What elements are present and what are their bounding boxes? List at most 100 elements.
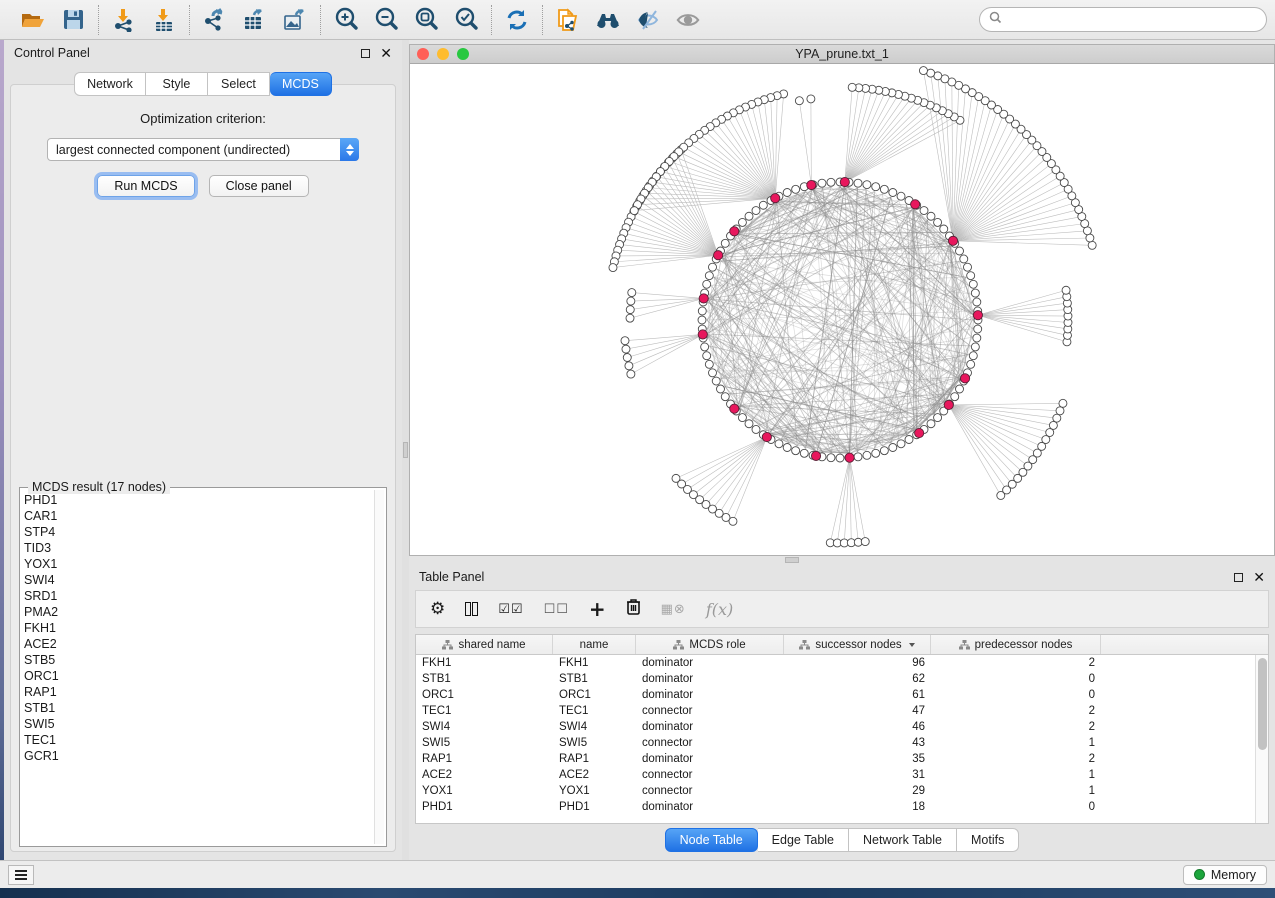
close-panel-icon[interactable]: ✕	[1253, 572, 1265, 582]
mcds-result-item[interactable]: YOX1	[24, 556, 372, 572]
column-header-shared-name[interactable]: shared name	[416, 635, 553, 654]
run-mcds-button[interactable]: Run MCDS	[97, 175, 194, 197]
eye-icon[interactable]	[675, 7, 701, 33]
column-header-name[interactable]: name	[553, 635, 636, 654]
table-cell: ORC1	[416, 689, 553, 701]
mcds-result-scrollbar[interactable]	[374, 490, 384, 844]
import-table-icon[interactable]	[151, 7, 177, 33]
table-cell: RAP1	[416, 753, 553, 765]
scrollbar-thumb[interactable]	[1258, 658, 1267, 750]
table-cell: RAP1	[553, 753, 636, 765]
mcds-result-item[interactable]: STP4	[24, 524, 372, 540]
tab-select[interactable]: Select	[208, 72, 270, 96]
export-image-icon[interactable]	[282, 7, 308, 33]
mcds-result-item[interactable]: SWI4	[24, 572, 372, 588]
mcds-result-item[interactable]: STB5	[24, 652, 372, 668]
network-file-icon[interactable]	[555, 7, 581, 33]
open-file-icon[interactable]	[20, 7, 46, 33]
vertical-splitter[interactable]	[402, 40, 409, 860]
mcds-result-item[interactable]: ACE2	[24, 636, 372, 652]
column-header-successor-nodes[interactable]: successor nodes	[784, 635, 931, 654]
select-all-icon[interactable]: ☑☑	[498, 603, 523, 616]
table-row[interactable]: ACE2ACE2connector311	[416, 767, 1255, 783]
mcds-result-item[interactable]: STB1	[24, 700, 372, 716]
mcds-result-item[interactable]: TID3	[24, 540, 372, 556]
horizontal-splitter[interactable]	[409, 556, 1275, 564]
table-row[interactable]: SWI4SWI4dominator462	[416, 719, 1255, 735]
optimization-criterion-select[interactable]: largest connected component (undirected)	[47, 138, 359, 161]
optimization-criterion-label: Optimization criterion:	[11, 111, 395, 126]
network-graph[interactable]	[410, 64, 1274, 555]
tab-node-table[interactable]: Node Table	[665, 828, 758, 852]
mcds-result-item[interactable]: FKH1	[24, 620, 372, 636]
column-header-mcds-role[interactable]: MCDS role	[636, 635, 784, 654]
close-window-icon[interactable]	[417, 48, 429, 60]
column-header-predecessor-nodes[interactable]: predecessor nodes	[931, 635, 1101, 654]
add-icon[interactable]: +	[589, 599, 606, 619]
search-input[interactable]	[979, 7, 1267, 32]
column-tree-icon	[442, 640, 453, 650]
tab-network-table[interactable]: Network Table	[849, 828, 957, 852]
float-panel-icon[interactable]	[1234, 573, 1243, 582]
zoom-window-icon[interactable]	[457, 48, 469, 60]
close-panel-icon[interactable]: ✕	[380, 48, 392, 58]
toggle-details-icon[interactable]	[635, 7, 661, 33]
tab-style[interactable]: Style	[146, 72, 208, 96]
table-scrollbar[interactable]	[1255, 655, 1268, 823]
table-row[interactable]: TEC1TEC1connector472	[416, 703, 1255, 719]
table-cell: SWI5	[553, 737, 636, 749]
table-row[interactable]: ORC1ORC1dominator610	[416, 687, 1255, 703]
table-cell: dominator	[636, 753, 784, 765]
tab-network[interactable]: Network	[74, 72, 146, 96]
network-canvas[interactable]	[410, 64, 1274, 555]
table-row[interactable]: PHD1PHD1dominator180	[416, 799, 1255, 815]
zoom-fit-icon[interactable]	[413, 7, 439, 33]
tab-edge-table[interactable]: Edge Table	[758, 828, 849, 852]
delete-icon[interactable]	[626, 598, 641, 620]
minimize-window-icon[interactable]	[437, 48, 449, 60]
table-cell: SWI4	[416, 721, 553, 733]
table-cell: 47	[784, 705, 931, 717]
zoom-out-icon[interactable]	[373, 7, 399, 33]
mcds-result-item[interactable]: SWI5	[24, 716, 372, 732]
tab-mcds[interactable]: MCDS	[270, 72, 332, 96]
splitter-grip[interactable]	[785, 557, 799, 563]
table-cell: TEC1	[553, 705, 636, 717]
zoom-selected-icon[interactable]	[453, 7, 479, 33]
mcds-result-item[interactable]: TEC1	[24, 732, 372, 748]
mcds-result-item[interactable]: CAR1	[24, 508, 372, 524]
export-network-icon[interactable]	[202, 7, 228, 33]
deselect-all-icon[interactable]: ☐☐	[544, 603, 569, 616]
refresh-layout-icon[interactable]	[504, 7, 530, 33]
export-table-icon[interactable]	[242, 7, 268, 33]
table-cell: SWI5	[416, 737, 553, 749]
float-panel-icon[interactable]	[361, 49, 370, 58]
table-row[interactable]: FKH1FKH1dominator962	[416, 655, 1255, 671]
mcds-result-item[interactable]: SRD1	[24, 588, 372, 604]
mcds-result-item[interactable]: RAP1	[24, 684, 372, 700]
mcds-result-item[interactable]: GCR1	[24, 748, 372, 764]
network-view-window: YPA_prune.txt_1	[409, 44, 1275, 556]
mcds-result-list[interactable]: PHD1CAR1STP4TID3YOX1SWI4SRD1PMA2FKH1ACE2…	[24, 492, 372, 844]
memory-button[interactable]: Memory	[1183, 865, 1267, 885]
table-row[interactable]: YOX1YOX1connector291	[416, 783, 1255, 799]
table-row[interactable]: RAP1RAP1dominator352	[416, 751, 1255, 767]
close-panel-button[interactable]: Close panel	[209, 175, 309, 197]
import-network-icon[interactable]	[111, 7, 137, 33]
mcds-result-item[interactable]: ORC1	[24, 668, 372, 684]
splitter-grip[interactable]	[403, 442, 408, 458]
mcds-result-item[interactable]: PMA2	[24, 604, 372, 620]
save-session-icon[interactable]	[60, 7, 86, 33]
columns-icon[interactable]	[465, 602, 478, 616]
find-icon[interactable]	[595, 7, 621, 33]
tab-motifs[interactable]: Motifs	[957, 828, 1019, 852]
table-cell: FKH1	[416, 657, 553, 669]
gear-icon[interactable]: ⚙	[430, 601, 445, 618]
mcds-result-item[interactable]: PHD1	[24, 492, 372, 508]
search-field[interactable]	[1007, 12, 1257, 28]
table-row[interactable]: STB1STB1dominator620	[416, 671, 1255, 687]
zoom-in-icon[interactable]	[333, 7, 359, 33]
table-row[interactable]: SWI5SWI5connector431	[416, 735, 1255, 751]
task-history-button[interactable]	[8, 865, 34, 885]
table-cell: 1	[931, 769, 1101, 781]
